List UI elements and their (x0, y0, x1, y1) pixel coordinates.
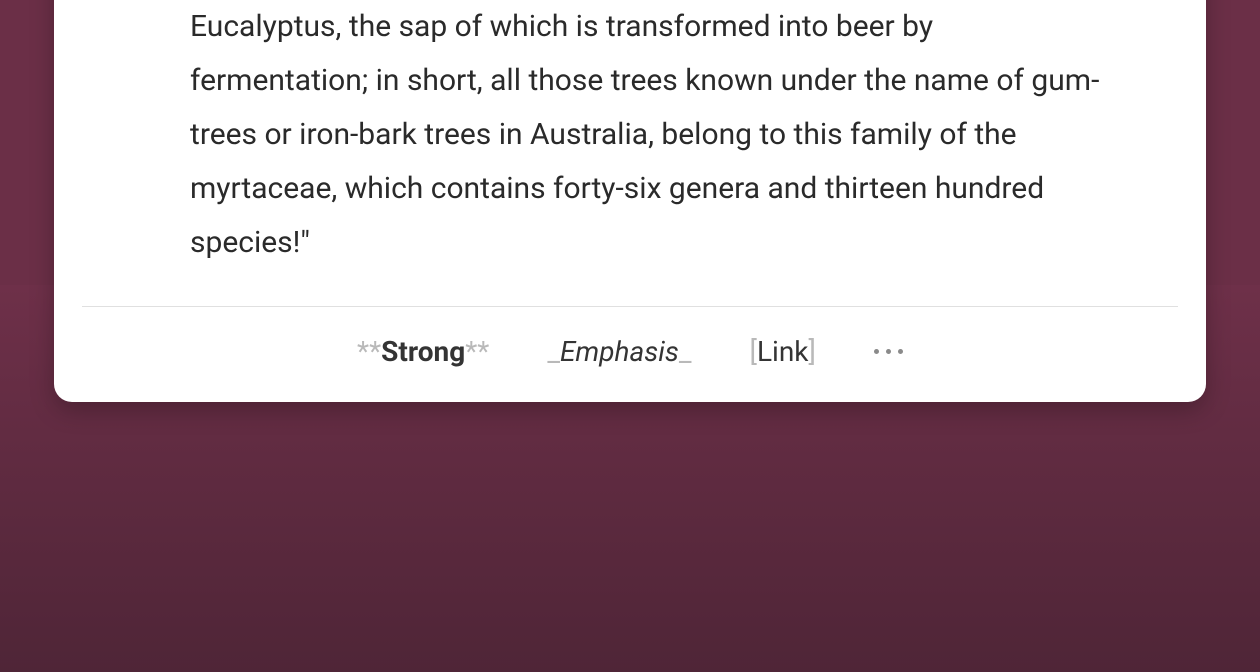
link-label: Link (757, 335, 809, 368)
strong-prefix: ** (357, 335, 381, 368)
more-icon (886, 349, 891, 354)
strong-button[interactable]: ** Strong ** (357, 335, 489, 368)
emphasis-suffix: _ (679, 335, 692, 368)
link-suffix: ] (809, 335, 816, 368)
emphasis-label: Emphasis (560, 335, 679, 368)
link-prefix: [ (750, 335, 757, 368)
editor-content[interactable]: Eucalyptus, the sap of which is transfor… (54, 0, 1206, 306)
more-button[interactable] (874, 349, 903, 354)
emphasis-prefix: _ (547, 335, 560, 368)
more-icon (874, 349, 879, 354)
emphasis-button[interactable]: _ Emphasis _ (547, 335, 691, 368)
editor-card: Eucalyptus, the sap of which is transfor… (54, 0, 1206, 402)
link-button[interactable]: [ Link ] (750, 335, 816, 368)
strong-suffix: ** (465, 335, 489, 368)
strong-label: Strong (381, 335, 465, 368)
more-icon (898, 349, 903, 354)
formatting-toolbar: ** Strong ** _ Emphasis _ [ Link ] (54, 307, 1206, 372)
